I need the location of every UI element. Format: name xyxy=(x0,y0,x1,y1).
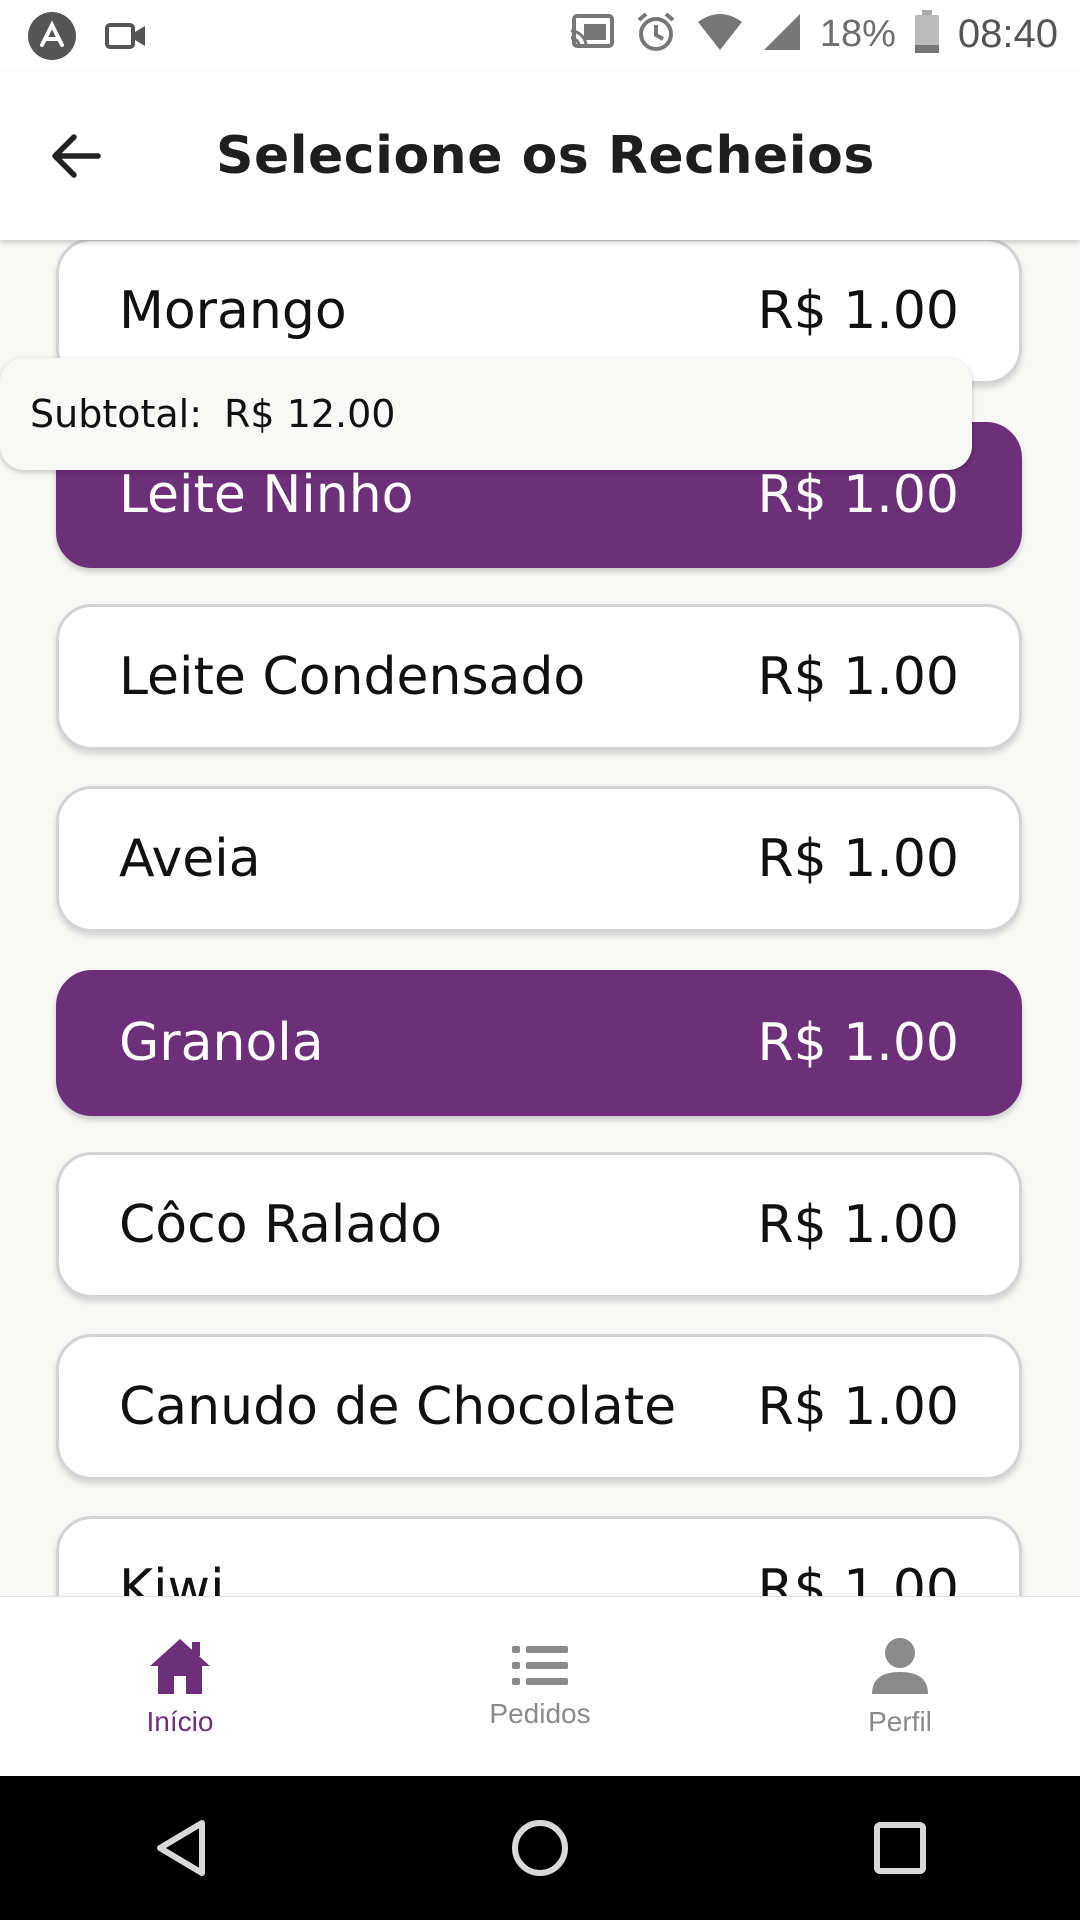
app-bar: Selecione os Recheios xyxy=(0,72,1080,240)
item-name: Kiwi xyxy=(119,1559,225,1596)
nav-item-inicio[interactable]: Início xyxy=(0,1597,360,1777)
item-price: R$ 1.00 xyxy=(757,281,959,341)
status-bar: 18% 08:40 xyxy=(0,0,1080,72)
list-item[interactable]: Granola R$ 1.00 xyxy=(56,970,1022,1116)
signal-icon xyxy=(762,12,802,56)
item-name: Leite Condensado xyxy=(119,647,586,707)
back-button[interactable] xyxy=(44,124,108,188)
nav-label: Início xyxy=(146,1706,214,1737)
item-name: Côco Ralado xyxy=(119,1195,443,1255)
toppings-list[interactable]: Morango R$ 1.00 Leite Ninho R$ 1.00 Leit… xyxy=(0,240,1080,1596)
nav-label: Perfil xyxy=(868,1706,932,1737)
item-name: Aveia xyxy=(119,829,261,889)
subtotal-value: R$ 12.00 xyxy=(224,392,396,436)
system-navigation-bar xyxy=(0,1776,1080,1920)
circle-home-icon xyxy=(512,1820,568,1876)
list-item[interactable]: Kiwi R$ 1.00 xyxy=(56,1516,1022,1596)
list-item[interactable]: Leite Condensado R$ 1.00 xyxy=(56,604,1022,750)
item-price: R$ 1.00 xyxy=(757,1013,959,1073)
item-name: Leite Ninho xyxy=(119,465,414,525)
battery-icon xyxy=(914,10,940,58)
person-icon xyxy=(872,1638,928,1694)
nav-item-pedidos[interactable]: Pedidos xyxy=(360,1597,720,1777)
nav-item-perfil[interactable]: Perfil xyxy=(720,1597,1080,1777)
triangle-back-icon xyxy=(157,1820,205,1876)
item-name: Morango xyxy=(119,281,347,341)
item-price: R$ 1.00 xyxy=(757,829,959,889)
video-camera-icon xyxy=(104,16,148,60)
item-price: R$ 1.00 xyxy=(757,1377,959,1437)
item-name: Canudo de Chocolate xyxy=(119,1377,677,1437)
list-item[interactable]: Aveia R$ 1.00 xyxy=(56,786,1022,932)
subtotal-card: Subtotal: R$ 12.00 xyxy=(0,358,972,470)
app-logo-icon xyxy=(28,12,76,64)
list-item[interactable]: Canudo de Chocolate R$ 1.00 xyxy=(56,1334,1022,1480)
wifi-icon xyxy=(696,12,744,56)
battery-percent: 18% xyxy=(819,12,896,55)
page-title: Selecione os Recheios xyxy=(216,126,875,186)
cast-icon xyxy=(568,12,616,56)
item-price: R$ 1.00 xyxy=(757,1559,959,1596)
nav-label: Pedidos xyxy=(489,1698,591,1729)
item-name: Granola xyxy=(119,1013,324,1073)
square-recents-icon xyxy=(874,1822,926,1874)
home-icon xyxy=(150,1639,210,1694)
system-back-button[interactable] xyxy=(140,1808,220,1888)
alarm-icon xyxy=(634,10,678,58)
system-home-button[interactable] xyxy=(500,1808,580,1888)
subtotal-label: Subtotal: xyxy=(30,392,203,436)
item-price: R$ 1.00 xyxy=(757,647,959,707)
list-item[interactable]: Côco Ralado R$ 1.00 xyxy=(56,1152,1022,1298)
list-icon xyxy=(512,1646,568,1685)
clock: 08:40 xyxy=(957,11,1058,56)
item-price: R$ 1.00 xyxy=(757,1195,959,1255)
arrow-back-icon xyxy=(52,134,101,178)
bottom-navigation: Início Pedidos Perfil xyxy=(0,1596,1080,1777)
item-price: R$ 1.00 xyxy=(757,465,959,525)
system-recents-button[interactable] xyxy=(860,1808,940,1888)
